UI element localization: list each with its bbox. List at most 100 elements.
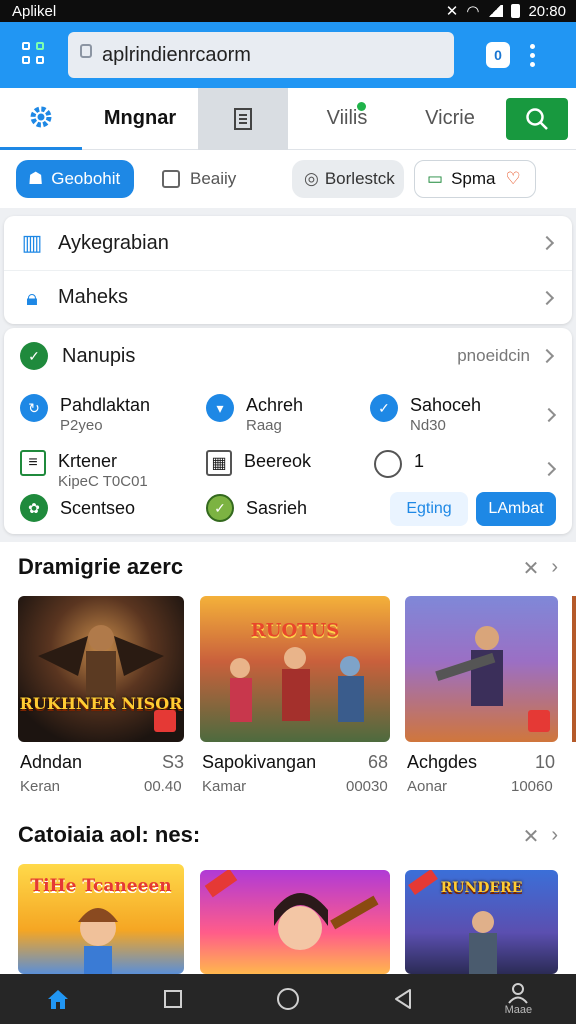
games-section-2: Catoiaia aol: nes: ✕ › TiHe Tcaneeen RUND… [0, 812, 576, 974]
tab-viilis[interactable]: Viilis [288, 88, 406, 150]
status-app-name: Aplikel [12, 2, 57, 20]
profile-icon [508, 983, 529, 1004]
chevron-right-icon[interactable] [541, 407, 557, 423]
grid-item[interactable]: ✓ Sahoceh Nd30 [370, 394, 481, 436]
close-icon[interactable]: ✕ [523, 824, 540, 849]
folder-icon: ▭ [427, 169, 444, 188]
nanupis-card: ✓ Nanupis pnoeidcin ↻ Pahdlaktan P2yeo ▾ … [4, 328, 572, 534]
grid-item[interactable]: 1 [374, 450, 424, 478]
oval-icon [374, 450, 402, 478]
game-thumbnail: TiHe Tcaneeen [18, 864, 184, 974]
chip-beaiiy[interactable]: Beaiiy [150, 160, 270, 198]
tab-bar: Mngnar Viilis Vicrie [0, 87, 576, 150]
grid-item[interactable]: ↻ Pahdlaktan P2yeo [20, 394, 150, 436]
game-logo: TiHe Tcaneeen [30, 876, 172, 896]
circle-icon [276, 988, 299, 1010]
play-badge-icon [528, 710, 550, 732]
list-item-aykegrabian[interactable]: ▥ Aykegrabian [4, 216, 572, 270]
timer-icon: ◎ [304, 169, 319, 188]
nav-back[interactable] [373, 974, 433, 1024]
tab-settings[interactable] [0, 88, 82, 150]
nav-recents[interactable] [143, 974, 203, 1024]
section-controls: ✕ › [523, 824, 558, 849]
notification-dot [357, 101, 366, 111]
grid-item[interactable]: ▾ Achreh Raag [206, 394, 303, 436]
document-icon [234, 107, 252, 130]
grid-item[interactable]: ≡ Krtener KipeC T0C01 [20, 450, 148, 492]
game-logo: RUOTUS [250, 620, 340, 641]
secondary-button[interactable]: Egting [390, 492, 468, 526]
square-icon [163, 990, 182, 1008]
address-bar[interactable]: aplrindienrcaorm [68, 32, 454, 78]
chevron-right-icon[interactable]: › [551, 824, 558, 849]
back-triangle-icon [395, 989, 412, 1009]
plant-icon: ✿ [20, 494, 48, 522]
bottom-navigation: Maae [0, 974, 576, 1024]
chevron-right-icon[interactable]: › [551, 556, 558, 581]
grid-item[interactable]: ▦ Beereok [206, 450, 311, 476]
next-card-peek [572, 596, 576, 742]
chevron-right-icon[interactable] [541, 461, 557, 477]
list-icon: ≡ [20, 450, 46, 476]
card-title: Nanupis [62, 344, 136, 367]
mute-icon: ✕ [445, 3, 459, 20]
game-thumbnail: RUNDERE [405, 870, 558, 974]
primary-button[interactable]: LAmbat [476, 492, 556, 526]
status-time: 20:80 [528, 2, 566, 20]
tab-document[interactable] [198, 87, 288, 150]
section-title: Dramigrie azerc [18, 554, 184, 579]
chevron-right-icon [539, 235, 555, 251]
section-controls: ✕ › [523, 556, 558, 581]
game-card[interactable] [200, 870, 390, 974]
bucket-icon: ▾ [206, 394, 234, 422]
close-icon[interactable]: ✕ [523, 556, 540, 581]
games-section-1: Dramigrie azerc ✕ › RUKHNER NISOR Adndan … [0, 542, 576, 816]
grid-item[interactable]: ✓ Sasrieh [206, 494, 307, 522]
tag-icon: ☗ [28, 169, 44, 188]
tab-switcher-button[interactable]: 0 [486, 42, 510, 68]
tab-mngnar[interactable]: Mngnar [82, 88, 198, 150]
chip-spma[interactable]: ▭ Spma ♡ [414, 160, 536, 198]
list-item-maheks[interactable]: 🔒︎ Maheks [4, 270, 572, 324]
signal-icon [487, 5, 504, 17]
chip-geobohit[interactable]: ☗ Geobohit [16, 160, 134, 198]
see-more-link[interactable]: pnoeidcin [457, 346, 530, 366]
game-card[interactable]: RUNDERE [405, 870, 558, 974]
search-button[interactable] [506, 97, 568, 140]
nav-home-circle[interactable] [258, 974, 318, 1024]
game-card[interactable]: Achgdes 10 Aonar 10060 [405, 596, 558, 795]
apps-grid-icon[interactable] [22, 42, 48, 68]
globe-icon: ✓ [206, 494, 234, 522]
play-badge-icon [154, 710, 176, 732]
game-thumbnail: RUKHNER NISOR [18, 596, 184, 742]
gear-icon [30, 106, 52, 128]
status-bar: Aplikel ✕ ◠ 20:80 [0, 0, 576, 22]
game-card[interactable]: RUOTUS Sapokivangan 68 Kamar 00030 [200, 596, 390, 795]
grid-item[interactable]: ✿ Scentseo [20, 494, 135, 522]
heart-icon: ♡ [505, 169, 521, 188]
tab-vicrie[interactable]: Vicrie [406, 88, 494, 150]
overflow-menu-icon[interactable] [530, 43, 535, 67]
photo-icon: ▦ [206, 450, 232, 476]
game-thumbnail: RUOTUS [200, 596, 390, 742]
nav-profile[interactable]: Maae [488, 974, 548, 1024]
chevron-right-icon [539, 290, 555, 305]
battery-icon [511, 4, 521, 18]
checkbox[interactable] [162, 170, 180, 188]
leaf-icon: ✓ [20, 342, 48, 370]
game-card[interactable]: RUKHNER NISOR Adndan S3 Keran 00.40 [18, 596, 184, 795]
building-icon: ▥ [21, 230, 43, 255]
lock-icon [80, 44, 92, 58]
nav-profile-label: Maae [504, 1004, 533, 1016]
settings-card: ▥ Aykegrabian 🔒︎ Maheks [4, 216, 572, 324]
nav-home[interactable] [28, 974, 88, 1024]
section-title: Catoiaia aol: nes: [18, 822, 201, 847]
check-icon: ✓ [370, 394, 398, 422]
wifi-icon: ◠ [466, 3, 480, 20]
chevron-right-icon [539, 348, 555, 364]
chip-borlestck[interactable]: ◎ Borlestck [292, 160, 404, 198]
game-card[interactable]: TiHe Tcaneeen [18, 864, 184, 974]
home-icon [47, 990, 68, 1009]
browser-toolbar: aplrindienrcaorm 0 [0, 22, 576, 88]
search-icon [526, 107, 548, 130]
